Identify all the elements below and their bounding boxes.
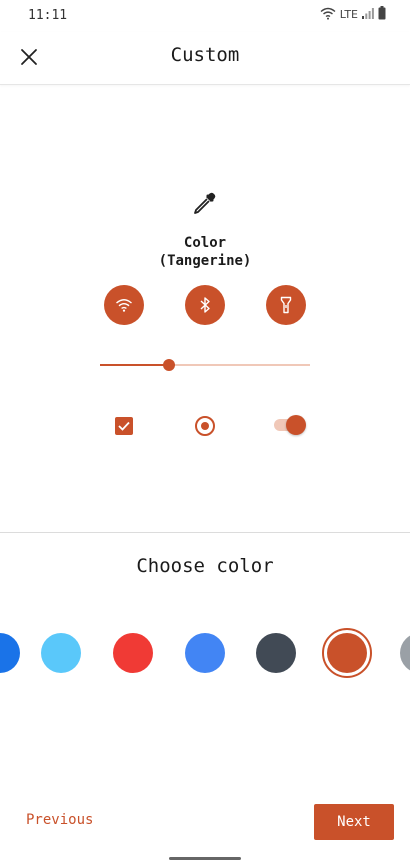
color-label-name: (Tangerine) [158, 253, 252, 269]
sample-checkbox[interactable] [115, 417, 133, 435]
checkmark-icon [118, 421, 130, 431]
bluetooth-icon [200, 297, 210, 313]
bluetooth-toggle-button[interactable] [185, 285, 225, 325]
flashlight-icon [280, 296, 292, 314]
app-bar: Custom [0, 32, 410, 85]
wifi-toggle-button[interactable] [104, 285, 144, 325]
sample-switch[interactable] [272, 414, 308, 436]
swatch-fill [327, 633, 367, 673]
wifi-icon [116, 299, 132, 312]
battery-icon [378, 6, 386, 23]
previous-button[interactable]: Previous [26, 812, 93, 828]
page-title: Custom [170, 44, 240, 66]
color-swatch-grey[interactable] [400, 633, 410, 673]
color-name-label: Color (Tangerine) [0, 234, 410, 270]
radio-dot [201, 422, 209, 430]
divider [0, 532, 410, 533]
color-swatch-blue[interactable] [0, 633, 20, 673]
slider-fill [100, 364, 170, 366]
color-label-title: Color [183, 235, 227, 251]
color-swatch-slate[interactable] [256, 633, 296, 673]
status-time: 11:11 [28, 8, 68, 23]
flashlight-toggle-button[interactable] [266, 285, 306, 325]
signal-icon [362, 7, 374, 22]
status-icons: LTE [320, 6, 386, 23]
status-bar: 11:11 LTE [0, 0, 410, 32]
color-swatch-row[interactable] [0, 620, 410, 686]
color-swatch-cornflower[interactable] [185, 633, 225, 673]
choose-color-heading: Choose color [136, 555, 274, 577]
switch-knob [286, 415, 306, 435]
color-swatch-sky[interactable] [41, 633, 81, 673]
brightness-slider[interactable] [100, 356, 310, 374]
sample-radio-button[interactable] [195, 416, 215, 436]
wifi-icon [320, 7, 336, 23]
network-type: LTE [339, 8, 358, 21]
gesture-nav-handle[interactable] [169, 857, 241, 860]
color-swatch-red[interactable] [113, 633, 153, 673]
next-button[interactable]: Next [314, 804, 394, 840]
slider-thumb[interactable] [163, 359, 176, 371]
color-swatch-tangerine-selected[interactable] [322, 628, 372, 678]
eyedropper-icon [190, 190, 218, 218]
